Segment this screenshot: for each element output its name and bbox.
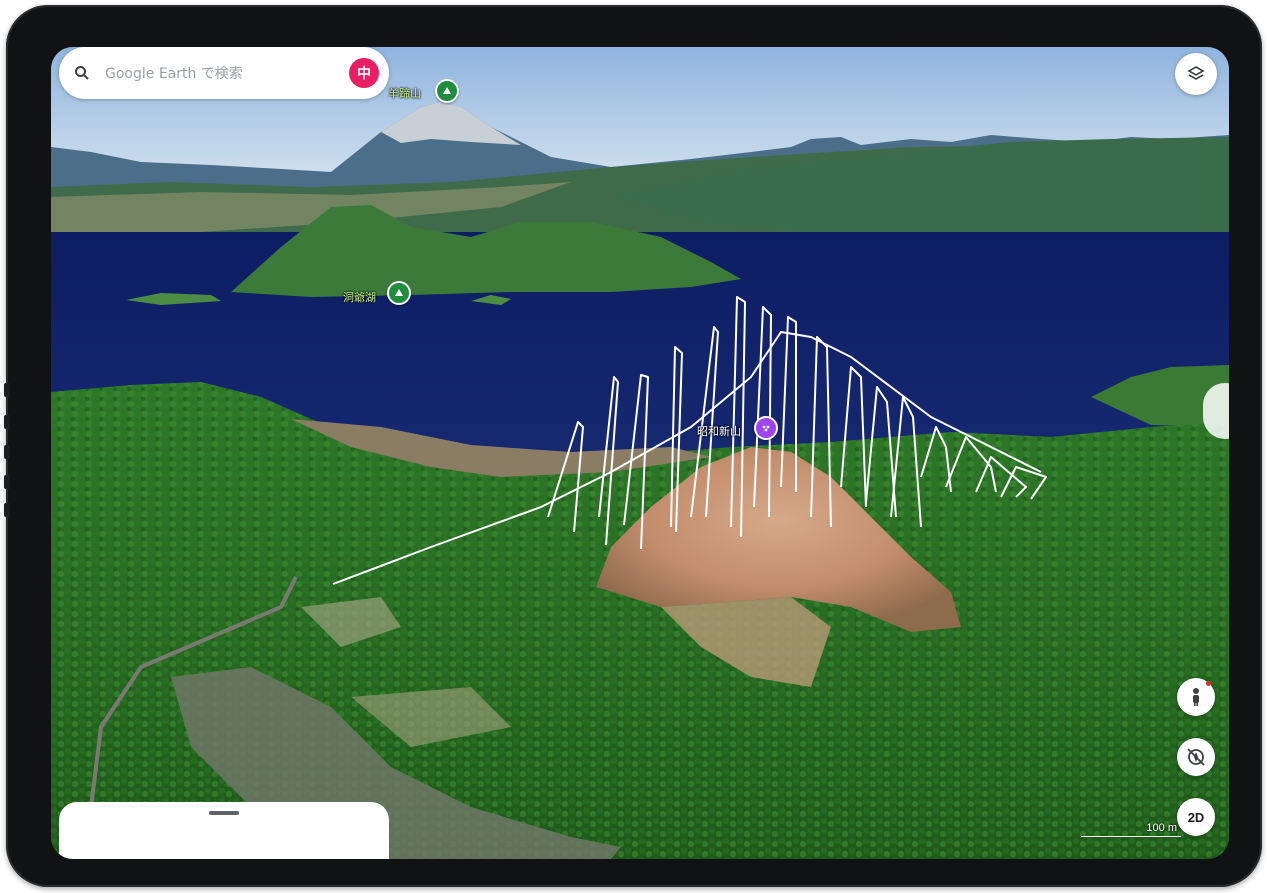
tree-icon xyxy=(395,289,403,296)
search-input[interactable]: Google Earth で検索 xyxy=(105,63,349,83)
device-button xyxy=(4,475,10,489)
map-label-mountain[interactable]: 羊蹄山 xyxy=(388,85,421,101)
compass-reset-icon xyxy=(1187,748,1205,766)
view-mode-2d-button[interactable]: 2D xyxy=(1177,798,1215,836)
terrain-scene[interactable] xyxy=(51,47,1229,859)
device-button xyxy=(4,503,10,517)
poi-pin-lake[interactable] xyxy=(387,281,411,305)
poi-pin-showa-shinzan[interactable] xyxy=(754,416,778,440)
compass-reset-button[interactable] xyxy=(1177,738,1215,776)
poi-pin-mountain[interactable] xyxy=(435,79,459,103)
device-button xyxy=(4,445,10,459)
poi-icon xyxy=(762,425,770,432)
map-label-lake[interactable]: 洞爺湖 xyxy=(343,289,376,305)
scale-label: 100 m xyxy=(1146,822,1177,834)
street-view-button[interactable] xyxy=(1177,678,1215,716)
earth-3d-view[interactable]: Google Earth で検索 中 羊蹄山 洞爺湖 昭和新山 2D 100 m xyxy=(51,47,1229,859)
scale-bar: 100 m xyxy=(1081,819,1181,839)
scale-line xyxy=(1081,836,1181,837)
bottom-sheet[interactable] xyxy=(59,802,389,859)
layers-button[interactable] xyxy=(1175,53,1217,95)
search-icon xyxy=(75,66,89,80)
tree-icon xyxy=(443,87,451,94)
side-panel-handle[interactable] xyxy=(1203,383,1229,439)
bottom-sheet-handle[interactable] xyxy=(209,811,239,815)
map-label-poi[interactable]: 昭和新山 xyxy=(697,423,741,439)
device-button xyxy=(4,415,10,429)
pegman-icon xyxy=(1193,688,1199,706)
tablet-frame: Google Earth で検索 中 羊蹄山 洞爺湖 昭和新山 2D 100 m xyxy=(4,5,1262,887)
device-button xyxy=(4,383,10,397)
search-bar[interactable]: Google Earth で検索 中 xyxy=(59,47,389,99)
account-avatar[interactable]: 中 xyxy=(349,58,379,88)
street-view-indicator xyxy=(1206,681,1211,686)
layers-icon xyxy=(1187,66,1205,80)
